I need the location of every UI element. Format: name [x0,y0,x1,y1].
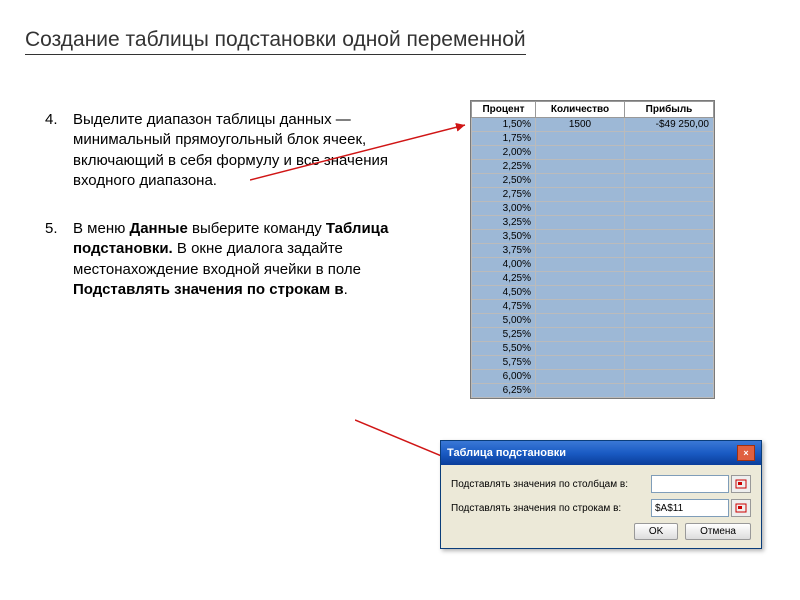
cell-percent: 1,50% [472,118,536,132]
dialog-body: Подставлять значения по столбцам в: Подс… [441,465,761,548]
text-fragment: . [344,281,348,298]
col-header-profit: Прибыль [625,102,714,118]
cell-percent: 4,00% [472,258,536,272]
cell-percent: 4,75% [472,300,536,314]
range-picker-icon [735,479,747,489]
label-by-columns: Подставлять значения по столбцам в: [451,479,651,490]
range-picker-icon [735,503,747,513]
cell-empty [625,202,714,216]
dialog-close-button[interactable]: × [737,445,755,461]
col-header-percent: Процент [472,102,536,118]
cell-qty: 1500 [536,118,625,132]
cell-empty [625,286,714,300]
cell-empty [625,216,714,230]
text-fragment: выберите команду [188,220,326,237]
cell-empty [625,244,714,258]
list-text: Выделите диапазон таблицы данных — миним… [73,110,395,191]
cell-percent: 6,25% [472,384,536,398]
cell-empty [536,146,625,160]
cell-empty [536,202,625,216]
substitution-table-dialog: Таблица подстановки × Подставлять значен… [440,440,762,549]
range-picker-button[interactable] [731,499,751,517]
text-fragment: В меню [73,220,130,237]
excel-range-screenshot: Процент Количество Прибыль 1,50%1500-$49… [470,100,715,399]
bold-fragment: Подставлять значения по строкам в [73,281,344,298]
cell-empty [625,370,714,384]
cell-empty [536,132,625,146]
input-by-rows[interactable] [651,499,729,517]
dialog-row-columns: Подставлять значения по столбцам в: [451,475,751,493]
cell-empty [536,342,625,356]
cell-percent: 2,00% [472,146,536,160]
cell-empty [625,160,714,174]
cell-empty [625,328,714,342]
cell-empty [625,230,714,244]
cell-percent: 6,00% [472,370,536,384]
cell-empty [536,384,625,398]
cell-percent: 5,00% [472,314,536,328]
cell-percent: 3,75% [472,244,536,258]
dialog-title: Таблица подстановки [447,447,566,459]
cell-empty [625,356,714,370]
cell-percent: 3,00% [472,202,536,216]
cell-percent: 2,25% [472,160,536,174]
list-item: 4. Выделите диапазон таблицы данных — ми… [45,110,395,191]
cell-percent: 3,25% [472,216,536,230]
cancel-button[interactable]: Отмена [685,523,751,540]
cell-empty [625,342,714,356]
cell-empty [536,188,625,202]
cell-percent: 3,50% [472,230,536,244]
cell-empty [536,216,625,230]
col-header-qty: Количество [536,102,625,118]
cell-empty [536,174,625,188]
list-item: 5. В меню Данные выберите команду Таблиц… [45,219,395,300]
cell-empty [536,258,625,272]
list-number: 5. [45,219,73,300]
cell-empty [536,370,625,384]
dialog-button-row: OK Отмена [451,523,751,540]
cell-empty [625,272,714,286]
cell-empty [536,356,625,370]
dialog-row-rows: Подставлять значения по строкам в: [451,499,751,517]
cell-percent: 4,50% [472,286,536,300]
ok-button[interactable]: OK [634,523,678,540]
cell-empty [625,384,714,398]
list-text: В меню Данные выберите команду Таблица п… [73,219,395,300]
range-picker-button[interactable] [731,475,751,493]
excel-table: Процент Количество Прибыль 1,50%1500-$49… [471,101,714,398]
input-by-columns[interactable] [651,475,729,493]
cell-empty [536,300,625,314]
cell-empty [625,258,714,272]
cell-empty [536,314,625,328]
cell-percent: 2,75% [472,188,536,202]
cell-empty [536,328,625,342]
cell-empty [536,272,625,286]
instruction-list: 4. Выделите диапазон таблицы данных — ми… [45,110,395,328]
dialog-titlebar: Таблица подстановки × [441,441,761,465]
cell-empty [625,174,714,188]
cell-empty [625,300,714,314]
cell-empty [536,286,625,300]
cell-empty [625,314,714,328]
cell-empty [625,146,714,160]
cell-percent: 4,25% [472,272,536,286]
cell-percent: 5,75% [472,356,536,370]
cell-empty [536,160,625,174]
cell-percent: 5,50% [472,342,536,356]
slide-title: Создание таблицы подстановки одной перем… [25,28,526,55]
cell-percent: 2,50% [472,174,536,188]
cell-empty [625,132,714,146]
cell-empty [536,244,625,258]
label-by-rows: Подставлять значения по строкам в: [451,503,651,514]
cell-empty [625,188,714,202]
cell-profit: -$49 250,00 [625,118,714,132]
list-number: 4. [45,110,73,191]
cell-percent: 5,25% [472,328,536,342]
cell-empty [536,230,625,244]
cell-percent: 1,75% [472,132,536,146]
bold-fragment: Данные [130,220,188,237]
